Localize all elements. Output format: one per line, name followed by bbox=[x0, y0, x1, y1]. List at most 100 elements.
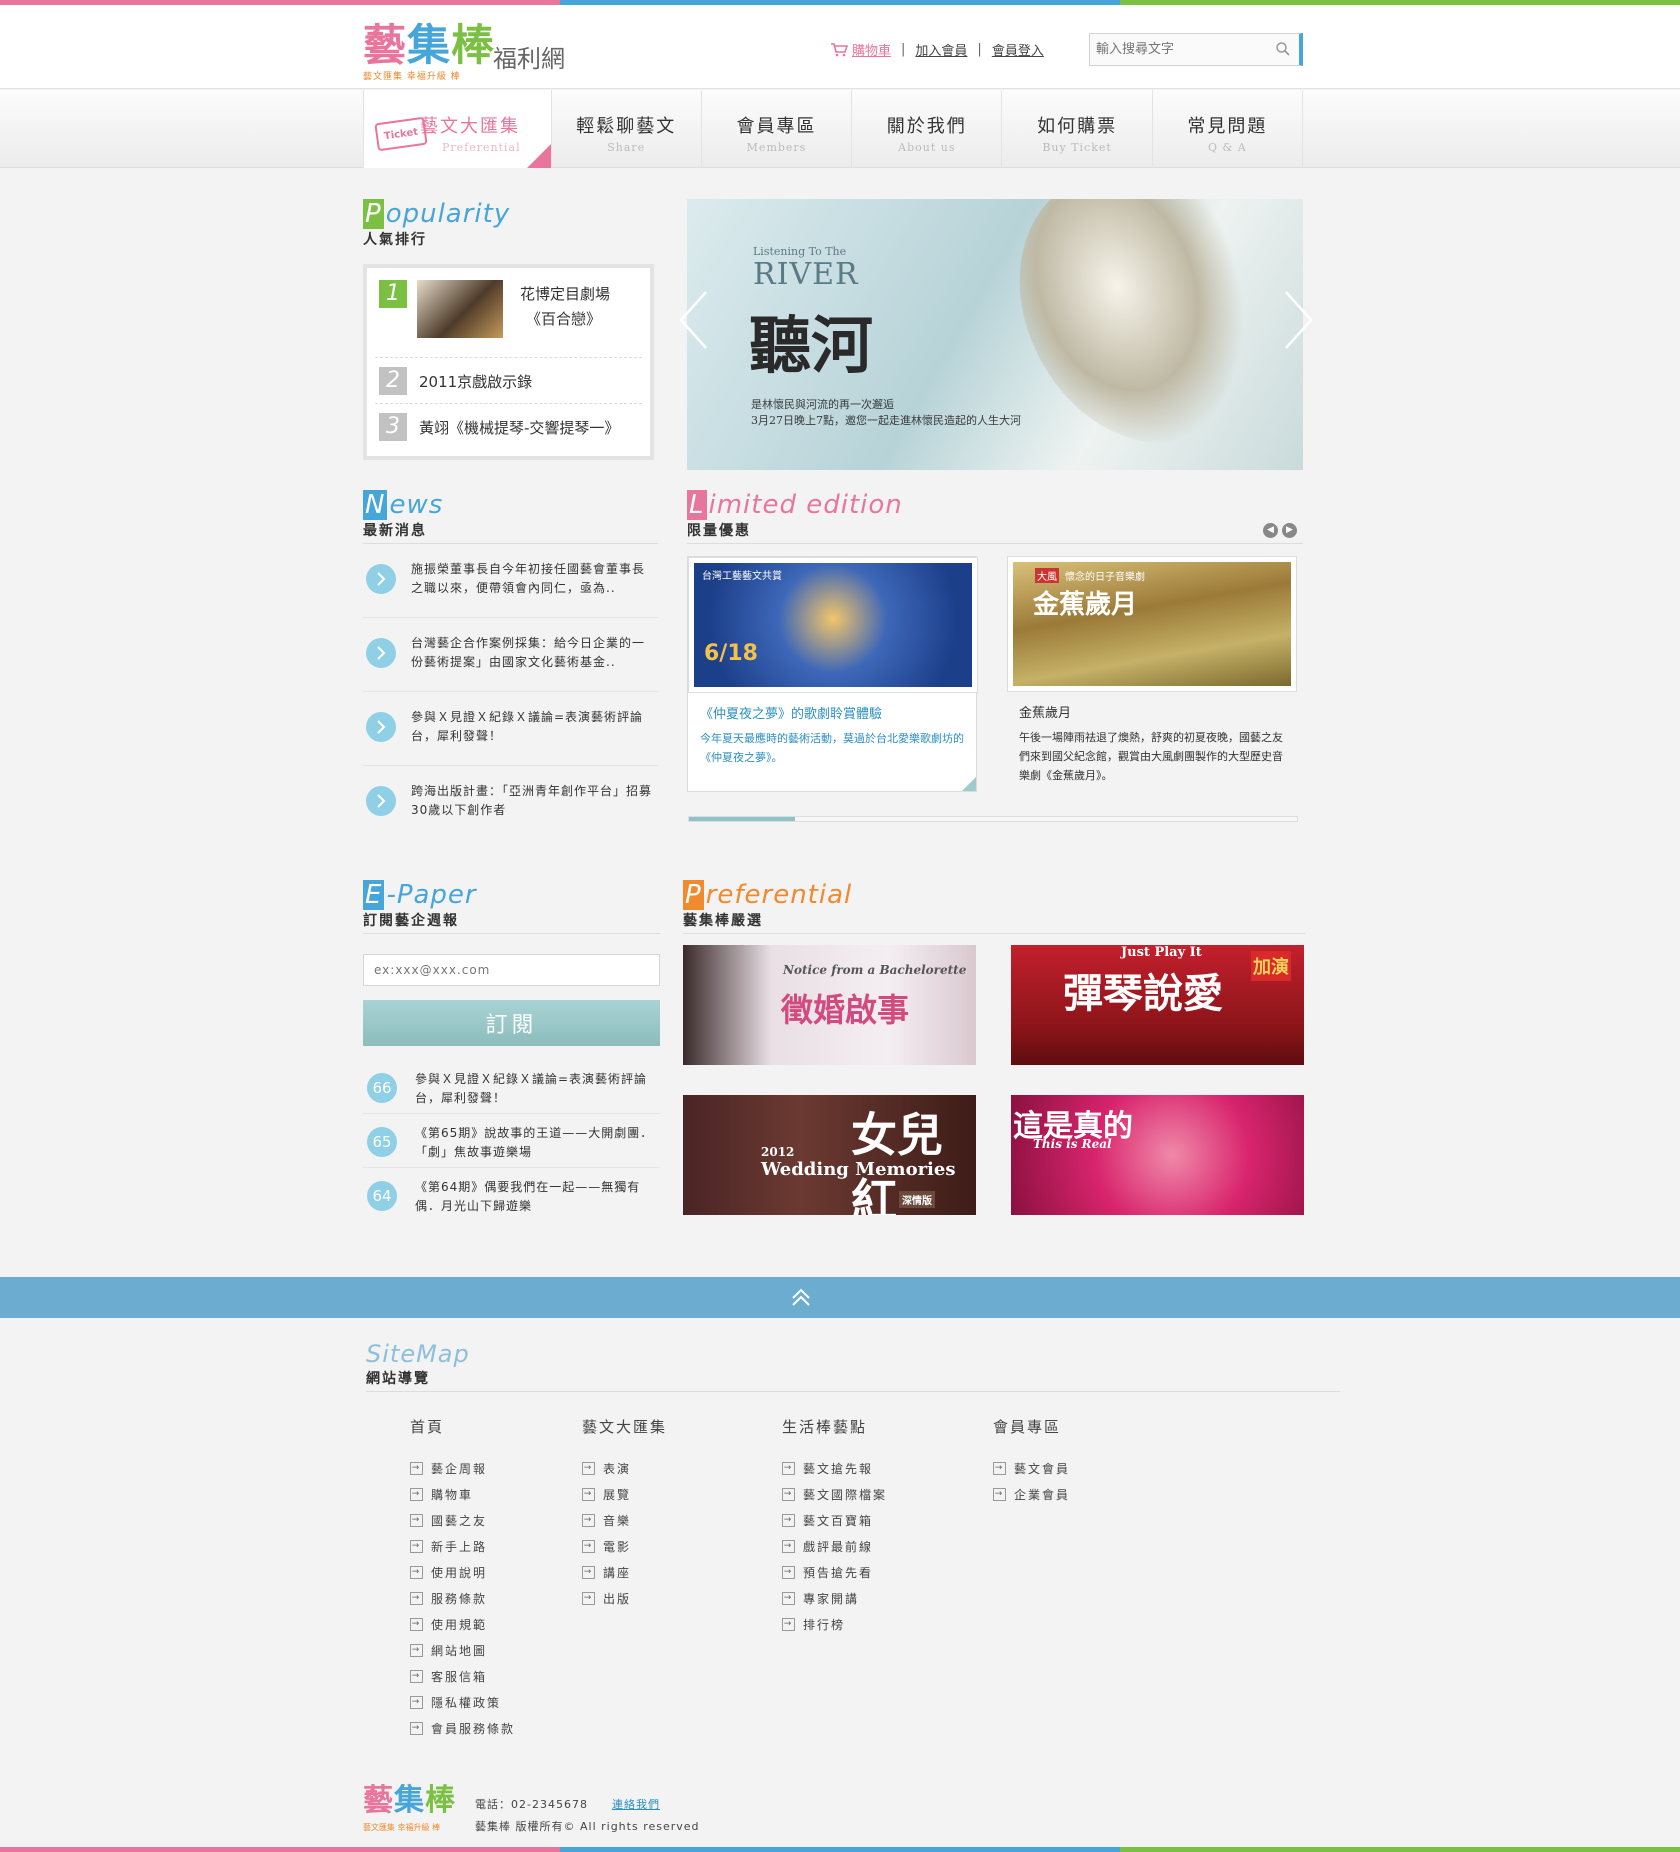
sitemap-link[interactable]: → 排行榜 bbox=[782, 1611, 887, 1637]
sitemap-link[interactable]: → 預告搶先看 bbox=[782, 1559, 887, 1585]
limited-card[interactable]: 大風 懷念的日子音樂劇 金蕉歲月 金蕉歲月 午後一場陣雨祛退了燠熱，舒爽的初夏夜… bbox=[1007, 556, 1297, 792]
preferential-item[interactable]: Just Play It 彈琴說愛 加演 bbox=[1011, 945, 1304, 1065]
popularity-item[interactable]: 1 花博定目劇場 《百合戀》 bbox=[375, 268, 642, 358]
email-field[interactable] bbox=[363, 954, 660, 986]
title-rest: ews bbox=[389, 490, 444, 520]
hero-banner[interactable]: Listening To The RIVER 聽河 是林懷民與河流的再一次邂逅 3… bbox=[687, 199, 1303, 470]
preferential-item[interactable]: Notice from a Bachelorette 徵婚啟事 bbox=[683, 945, 976, 1065]
sitemap-link[interactable]: → 國藝之友 bbox=[410, 1507, 515, 1533]
nav-item-buy-ticket[interactable]: 如何購票 Buy Ticket bbox=[1001, 90, 1151, 168]
sitemap-link[interactable]: → 講座 bbox=[582, 1559, 667, 1585]
arrow-box-icon: → bbox=[582, 1565, 595, 1579]
sitemap-column: 生活棒藝點 → 藝文搶先報 → 藝文國際檔案 → 藝文百寶箱 → 戲評最前線 → 預告搶先看 → 專家… bbox=[782, 1416, 887, 1637]
search-icon[interactable] bbox=[1275, 41, 1291, 57]
sitemap-link[interactable]: → 專家開講 bbox=[782, 1585, 887, 1611]
back-to-top-bar[interactable] bbox=[0, 1277, 1680, 1318]
double-chevron-up-icon[interactable] bbox=[790, 1286, 812, 1308]
epaper-section: E-Paper 訂閱藝企週報 訂閱 66 參與Ｘ見證Ｘ紀錄Ｘ議論=表演藝術評論台，… bbox=[363, 880, 660, 1222]
sitemap-link[interactable]: → 藝企周報 bbox=[410, 1455, 515, 1481]
nav-item-about[interactable]: 關於我們 About us bbox=[851, 90, 1001, 168]
sitemap-link[interactable]: → 網站地圖 bbox=[410, 1637, 515, 1663]
item-thumbnail[interactable] bbox=[417, 280, 503, 338]
carousel-scrollbar[interactable] bbox=[688, 816, 1298, 822]
chevron-right-icon bbox=[366, 638, 396, 668]
title-rest: -Paper bbox=[386, 880, 477, 910]
sitemap-link[interactable]: → 表演 bbox=[582, 1455, 667, 1481]
sitemap-link-label: 使用說明 bbox=[431, 1565, 488, 1580]
column-title[interactable]: 生活棒藝點 bbox=[782, 1416, 887, 1437]
scrollbar-thumb[interactable] bbox=[689, 817, 795, 821]
sitemap-link-label: 隱私權政策 bbox=[431, 1695, 502, 1710]
sitemap-link-label: 藝文會員 bbox=[1014, 1461, 1071, 1476]
nav-sublabel: Q & A bbox=[1207, 141, 1247, 154]
sitemap-link[interactable]: → 使用規範 bbox=[410, 1611, 515, 1637]
nav-item-share[interactable]: 輕鬆聊藝文 Share bbox=[550, 90, 701, 168]
sitemap-link[interactable]: → 使用說明 bbox=[410, 1559, 515, 1585]
item-title: 彈琴說愛 bbox=[1063, 970, 1223, 1017]
sitemap-link[interactable]: → 企業會員 bbox=[993, 1481, 1070, 1507]
sitemap-link[interactable]: → 電影 bbox=[582, 1533, 667, 1559]
sitemap-link-label: 企業會員 bbox=[1014, 1487, 1071, 1502]
arrow-box-icon: → bbox=[782, 1487, 795, 1501]
nav-item-members[interactable]: 會員專區 Members bbox=[700, 90, 851, 168]
sitemap-link[interactable]: → 藝文國際檔案 bbox=[782, 1481, 887, 1507]
nav-item-qa[interactable]: 常見問題 Q & A bbox=[1151, 90, 1303, 168]
nav-item-preferential[interactable]: Ticket 藝文大匯集 Preferential bbox=[363, 90, 551, 168]
sitemap-column: 會員專區 → 藝文會員 → 企業會員 bbox=[993, 1416, 1070, 1507]
epaper-issue[interactable]: 64 《第64期》偶要我們在一起——無獨有偶．月光山下歸遊樂 bbox=[363, 1168, 660, 1222]
sitemap-link-label: 出版 bbox=[603, 1591, 632, 1606]
sitemap-link[interactable]: → 音樂 bbox=[582, 1507, 667, 1533]
sitemap-link[interactable]: → 戲評最前線 bbox=[782, 1533, 887, 1559]
column-title[interactable]: 藝文大匯集 bbox=[582, 1416, 667, 1437]
card-corner bbox=[962, 777, 976, 791]
epaper-issue[interactable]: 66 參與Ｘ見證Ｘ紀錄Ｘ議論=表演藝術評論台，犀利發聲！ bbox=[363, 1060, 660, 1114]
news-item[interactable]: 參與Ｘ見證Ｘ紀錄Ｘ議論=表演藝術評論台，犀利發聲！ bbox=[363, 694, 658, 766]
sitemap-link[interactable]: → 展覽 bbox=[582, 1481, 667, 1507]
carousel-prev-icon[interactable]: ◀ bbox=[1263, 523, 1278, 538]
news-item[interactable]: 施振榮董事長自今年初接任國藝會董事長之職以來，便帶領會內同仁，亟為.. bbox=[363, 546, 658, 618]
banner-desc-line: 是林懷民與河流的再一次邂逅 bbox=[751, 398, 894, 411]
sitemap-link[interactable]: → 藝文百寶箱 bbox=[782, 1507, 887, 1533]
sitemap-link[interactable]: → 服務條款 bbox=[410, 1585, 515, 1611]
news-item[interactable]: 跨海出版計畫：「亞洲青年創作平台」招募30歲以下創作者 bbox=[363, 768, 658, 840]
arrow-box-icon: → bbox=[993, 1461, 1006, 1475]
contact-link[interactable]: 連絡我們 bbox=[612, 1798, 660, 1811]
card-image[interactable]: 大風 懷念的日子音樂劇 金蕉歲月 bbox=[1007, 556, 1297, 692]
sitemap-link-label: 會員服務條款 bbox=[431, 1721, 516, 1736]
popularity-item[interactable]: 2 2011京戲啟示錄 bbox=[375, 358, 642, 404]
sitemap-link[interactable]: → 購物車 bbox=[410, 1481, 515, 1507]
column-title[interactable]: 會員專區 bbox=[993, 1416, 1070, 1437]
carousel-next-icon[interactable]: ▶ bbox=[1282, 523, 1297, 538]
sitemap-link[interactable]: → 客服信箱 bbox=[410, 1663, 515, 1689]
sitemap-link[interactable]: → 新手上路 bbox=[410, 1533, 515, 1559]
footer-tagline: 藝文匯集 幸福升級 棒 bbox=[363, 1823, 441, 1832]
search-box bbox=[1089, 33, 1303, 66]
epaper-issue[interactable]: 65 《第65期》說故事的王道——大開劇團．「劇」焦故事遊樂場 bbox=[363, 1114, 660, 1168]
title-cap: P bbox=[683, 880, 704, 910]
column-title[interactable]: 首頁 bbox=[410, 1416, 515, 1437]
join-member-link[interactable]: 加入會員 bbox=[915, 40, 967, 59]
banner-prev-arrow-icon[interactable] bbox=[678, 290, 708, 350]
site-logo[interactable]: 藝集棒 藝文匯集 幸福升級 棒 福利網 bbox=[363, 23, 603, 83]
issue-number: 66 bbox=[367, 1073, 397, 1103]
news-item[interactable]: 台灣藝企合作案例採集：給今日企業的一份藝術提案」由國家文化藝術基金.. bbox=[363, 620, 658, 692]
card-image[interactable]: 台灣工藝藝文共賞 6/18 bbox=[688, 557, 978, 693]
member-login-link[interactable]: 會員登入 bbox=[992, 40, 1044, 59]
sitemap-link[interactable]: → 隱私權政策 bbox=[410, 1689, 515, 1715]
ticket-label: Ticket bbox=[383, 126, 419, 142]
preferential-item[interactable]: 這是真的 This is Real bbox=[1011, 1095, 1304, 1215]
section-subtitle: 藝集棒嚴選 bbox=[683, 910, 1305, 934]
cart-link[interactable]: 購物車 bbox=[830, 40, 891, 59]
preferential-item[interactable]: 2012 Wedding Memories 女兒紅 深情版 bbox=[683, 1095, 976, 1215]
item-title: 2011京戲啟示錄 bbox=[419, 373, 533, 391]
sitemap-link[interactable]: → 會員服務條款 bbox=[410, 1715, 515, 1741]
sitemap-link[interactable]: → 出版 bbox=[582, 1585, 667, 1611]
limited-card[interactable]: 台灣工藝藝文共賞 6/18 《仲夏夜之夢》的歌劇聆賞體驗 今年夏天最應時的藝術活… bbox=[687, 556, 978, 792]
subscribe-button[interactable]: 訂閱 bbox=[363, 1000, 660, 1046]
sitemap-link-label: 藝文搶先報 bbox=[803, 1461, 874, 1476]
sitemap-link[interactable]: → 藝文會員 bbox=[993, 1455, 1070, 1481]
banner-next-arrow-icon[interactable] bbox=[1284, 290, 1314, 350]
search-input[interactable] bbox=[1090, 34, 1270, 65]
sitemap-link[interactable]: → 藝文搶先報 bbox=[782, 1455, 887, 1481]
popularity-item[interactable]: 3 黃翊《機械提琴-交響提琴一》 bbox=[375, 404, 642, 450]
